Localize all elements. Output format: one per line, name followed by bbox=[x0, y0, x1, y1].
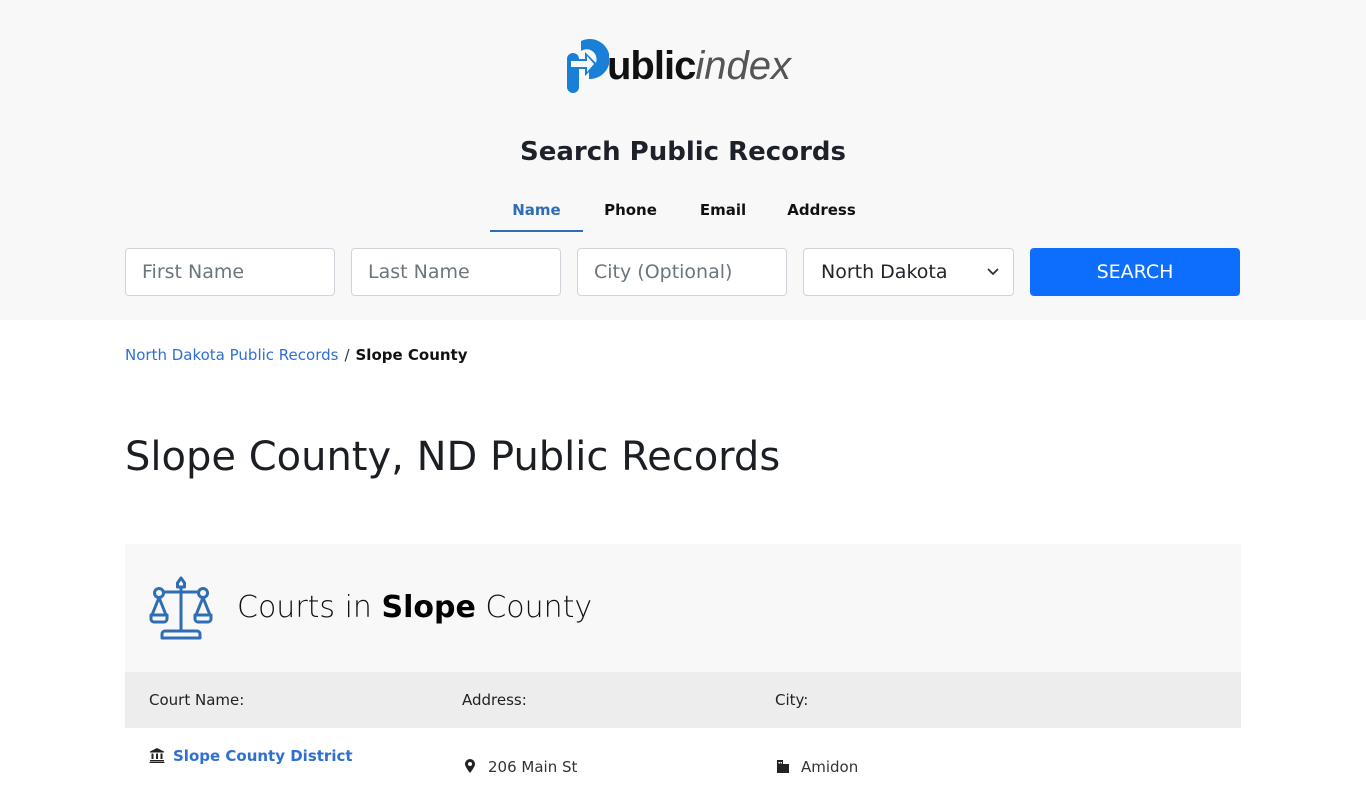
search-form: North Dakota SEARCH bbox=[125, 248, 1240, 296]
courts-title-county: Slope bbox=[381, 590, 476, 625]
courts-table-header: Court Name: Address: City: bbox=[125, 672, 1241, 728]
tab-name[interactable]: Name bbox=[490, 195, 583, 232]
search-button[interactable]: SEARCH bbox=[1030, 248, 1240, 296]
scales-of-justice-icon bbox=[149, 576, 213, 640]
court-city: Amidon bbox=[801, 758, 859, 776]
map-pin-icon bbox=[465, 759, 475, 773]
tab-email[interactable]: Email bbox=[678, 195, 768, 232]
courts-title-prefix: Courts in bbox=[237, 590, 382, 625]
courthouse-icon bbox=[149, 748, 165, 763]
court-name-link[interactable]: Slope County District bbox=[173, 747, 353, 765]
logo-text-light: index bbox=[695, 44, 791, 88]
tab-address[interactable]: Address bbox=[768, 195, 875, 232]
breadcrumb-current: Slope County bbox=[355, 346, 468, 364]
last-name-input[interactable] bbox=[351, 248, 561, 296]
breadcrumb-separator: / bbox=[344, 346, 350, 364]
courts-title: Courts in Slope County bbox=[237, 590, 592, 625]
logo-text-bold: ublic bbox=[607, 44, 696, 88]
state-select-value: North Dakota bbox=[821, 261, 948, 283]
state-select[interactable]: North Dakota bbox=[803, 248, 1014, 296]
chevron-down-icon bbox=[987, 268, 999, 275]
publicindex-logo[interactable]: ublic index bbox=[567, 38, 791, 94]
courts-header: Courts in Slope County bbox=[125, 544, 1241, 672]
search-title: Search Public Records bbox=[519, 137, 846, 167]
court-city-cell: Amidon bbox=[751, 728, 1241, 788]
table-row: Slope County District 206 Main St Amidon bbox=[125, 728, 1241, 788]
column-court-name: Court Name: bbox=[149, 691, 245, 709]
tab-phone[interactable]: Phone bbox=[583, 195, 678, 232]
court-address-cell: 206 Main St bbox=[438, 728, 751, 788]
courts-section: Courts in Slope County Court Name: Addre… bbox=[125, 544, 1241, 788]
search-header: ublic index Search Public Records Name P… bbox=[0, 0, 1366, 320]
logo-p-arrow-icon bbox=[567, 39, 609, 93]
first-name-input[interactable] bbox=[125, 248, 335, 296]
city-input[interactable] bbox=[577, 248, 787, 296]
courts-title-suffix: County bbox=[475, 590, 593, 625]
page-title: Slope County, ND Public Records bbox=[125, 434, 781, 480]
column-address: Address: bbox=[462, 691, 527, 709]
column-city: City: bbox=[775, 691, 809, 709]
court-address: 206 Main St bbox=[488, 758, 578, 776]
search-tabs: Name Phone Email Address bbox=[490, 195, 875, 232]
breadcrumb: North Dakota Public Records / Slope Coun… bbox=[125, 346, 468, 364]
breadcrumb-north-dakota-link[interactable]: North Dakota Public Records bbox=[125, 346, 338, 364]
city-buildings-icon bbox=[777, 760, 789, 773]
court-name-cell: Slope County District bbox=[125, 728, 438, 788]
